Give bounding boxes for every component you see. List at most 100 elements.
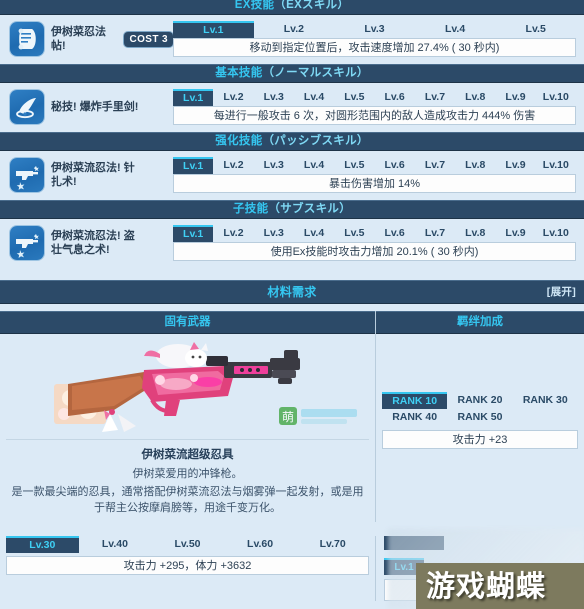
weapon-level-tab-50[interactable]: Lv.50 [151,536,224,553]
level-tab-sub-6[interactable]: Lv.6 [374,225,414,242]
weapon-level-tab-40[interactable]: Lv.40 [79,536,152,553]
level-tab-sub-3[interactable]: Lv.3 [254,225,294,242]
bond-bottom-bar [384,536,444,550]
weapon-subtitle: 伊树菜爱用的冲锋枪。 [132,468,243,480]
spacer [0,304,584,311]
bond-panel-body: RANK 10 RANK 20 RANK 30 RANK 40 RANK 50 … [376,334,584,449]
section-title-sub-cn: 子技能 [232,203,269,215]
bond-bottom-value-box [384,579,429,601]
level-tab-passive-5[interactable]: Lv.5 [334,157,374,174]
skill-row-passive: 伊树菜流忍法! 针扎术! Lv.1 Lv.2 Lv.3 Lv.4 Lv.5 Lv… [0,151,584,200]
level-tab-sub-7[interactable]: Lv.7 [415,225,455,242]
level-tab-passive-1[interactable]: Lv.1 [173,157,214,174]
level-tab-passive-4[interactable]: Lv.4 [294,157,334,174]
skill-name-ex: 伊树菜忍法帖! [51,26,106,52]
level-tab-sub-1[interactable]: Lv.1 [173,225,214,242]
bond-rank-tab-40[interactable]: RANK 40 [382,409,447,426]
weapon-level-tab-60[interactable]: Lv.60 [224,536,297,553]
bond-rank-tab-20[interactable]: RANK 20 [447,392,512,409]
level-tab-normal-10[interactable]: Lv.10 [536,89,576,106]
level-tab-normal-6[interactable]: Lv.6 [374,89,414,106]
level-tab-sub-2[interactable]: Lv.2 [213,225,253,242]
section-title-normal-jp: （ノーマルスキル） [262,67,369,79]
level-tab-normal-8[interactable]: Lv.8 [455,89,495,106]
level-tab-ex-3[interactable]: Lv.3 [334,21,415,38]
weapon-level-tab-70[interactable]: Lv.70 [296,536,369,553]
level-tabs-passive: Lv.1 Lv.2 Lv.3 Lv.4 Lv.5 Lv.6 Lv.7 Lv.8 … [173,157,576,174]
skill-description-passive: 暴击伤害增加 14% [173,174,576,193]
bond-bottom-level-tab[interactable]: Lv.1 [384,558,424,575]
section-title-ex-jp: （EXスキル） [274,0,350,11]
skill-right-passive: Lv.1 Lv.2 Lv.3 Lv.4 Lv.5 Lv.6 Lv.7 Lv.8 … [173,157,576,193]
level-tab-passive-3[interactable]: Lv.3 [254,157,294,174]
level-tab-sub-4[interactable]: Lv.4 [294,225,334,242]
bond-rank-tab-50[interactable]: RANK 50 [447,409,512,426]
weapon-panel: 固有武器 萌 伊树菜流超级忍具 伊树菜爱用的冲锋枪。 是一款最尖端的忍具，通常搭… [0,311,375,522]
level-tab-normal-4[interactable]: Lv.4 [294,89,334,106]
section-title-passive-cn: 强化技能 [215,135,263,147]
weapon-image: 萌 [0,334,375,439]
level-tab-passive-9[interactable]: Lv.9 [495,157,535,174]
bond-bottom-selector: Lv.1 [375,536,584,601]
bond-rank-tab-10[interactable]: RANK 10 [382,392,448,409]
skill-left-normal: 秘技! 爆炸手里剑! [10,90,173,124]
level-tab-sub-5[interactable]: Lv.5 [334,225,374,242]
level-tab-normal-9[interactable]: Lv.9 [495,89,535,106]
site-watermark-small: 萌 [279,407,357,425]
level-tab-sub-10[interactable]: Lv.10 [536,225,576,242]
svg-text:萌: 萌 [282,410,294,424]
weapon-bond-panels: 固有武器 萌 伊树菜流超级忍具 伊树菜爱用的冲锋枪。 是一款最尖端的忍具，通常搭… [0,311,584,522]
level-tab-sub-8[interactable]: Lv.8 [455,225,495,242]
skill-description-ex: 移动到指定位置后，攻击速度增加 27.4% ( 30 秒内) [173,38,576,57]
level-tab-passive-8[interactable]: Lv.8 [455,157,495,174]
section-title-passive-jp: （パッシブスキル） [262,135,369,147]
weapon-stats: 攻击力 +295，体力 +3632 [6,556,369,575]
level-tab-passive-10[interactable]: Lv.10 [536,157,576,174]
shuriken-icon [10,90,44,124]
expand-materials-button[interactable]: [展开] [547,281,576,303]
skill-row-sub: 伊树菜流忍法! 盗壮气息之术! Lv.1 Lv.2 Lv.3 Lv.4 Lv.5… [0,219,584,268]
level-tab-normal-5[interactable]: Lv.5 [334,89,374,106]
skill-name-normal: 秘技! 爆炸手里剑! [51,101,139,113]
section-header-passive-skill: 强化技能（パッシブスキル） [0,132,584,151]
section-title-ex-cn: EX技能 [234,0,275,11]
level-tab-ex-4[interactable]: Lv.4 [415,21,496,38]
level-tabs-ex: Lv.1 Lv.2 Lv.3 Lv.4 Lv.5 [173,21,576,38]
skill-right-ex: Lv.1 Lv.2 Lv.3 Lv.4 Lv.5 移动到指定位置后，攻击速度增加… [173,21,576,57]
weapon-level-tabs: Lv.30 Lv.40 Lv.50 Lv.60 Lv.70 [6,536,369,553]
spacer [0,268,584,280]
level-tab-passive-6[interactable]: Lv.6 [374,157,414,174]
level-tabs-normal: Lv.1 Lv.2 Lv.3 Lv.4 Lv.5 Lv.6 Lv.7 Lv.8 … [173,89,576,106]
gun-icon [10,226,44,260]
gun-icon [10,158,44,192]
level-tab-normal-2[interactable]: Lv.2 [213,89,253,106]
level-tab-normal-7[interactable]: Lv.7 [415,89,455,106]
level-tab-ex-5[interactable]: Lv.5 [495,21,576,38]
weapon-level-tab-30[interactable]: Lv.30 [6,536,79,553]
level-tab-ex-2[interactable]: Lv.2 [254,21,335,38]
level-tab-normal-3[interactable]: Lv.3 [254,89,294,106]
level-tab-sub-9[interactable]: Lv.9 [495,225,535,242]
skill-left-ex: 伊树菜忍法帖! COST 3 [10,22,173,56]
skill-description-sub: 使用Ex技能时攻击力增加 20.1% ( 30 秒内) [173,242,576,261]
skill-right-normal: Lv.1 Lv.2 Lv.3 Lv.4 Lv.5 Lv.6 Lv.7 Lv.8 … [173,89,576,125]
level-tab-passive-2[interactable]: Lv.2 [213,157,253,174]
skill-left-passive: 伊树菜流忍法! 针扎术! [10,158,173,192]
bond-panel-title: 羁绊加成 [376,311,584,334]
level-tab-ex-1[interactable]: Lv.1 [173,21,254,38]
skill-row-ex: 伊树菜忍法帖! COST 3 Lv.1 Lv.2 Lv.3 Lv.4 Lv.5 … [0,15,584,64]
section-header-ex-skill: EX技能（EXスキル） [0,0,584,15]
bond-rank-tab-30[interactable]: RANK 30 [513,392,578,409]
bond-panel: 羁绊加成 RANK 10 RANK 20 RANK 30 RANK 40 RAN… [375,311,584,522]
section-header-materials[interactable]: 材料需求 [展开] [0,280,584,304]
section-title-normal-cn: 基本技能 [215,67,263,79]
level-tab-passive-7[interactable]: Lv.7 [415,157,455,174]
level-tab-normal-1[interactable]: Lv.1 [173,89,214,106]
skill-right-sub: Lv.1 Lv.2 Lv.3 Lv.4 Lv.5 Lv.6 Lv.7 Lv.8 … [173,225,576,261]
weapon-name: 伊树菜流超级忍具 [141,449,234,461]
section-title-materials: 材料需求 [267,285,317,299]
level-tabs-sub: Lv.1 Lv.2 Lv.3 Lv.4 Lv.5 Lv.6 Lv.7 Lv.8 … [173,225,576,242]
skill-name-passive: 伊树菜流忍法! 针扎术! [51,162,135,188]
bond-effect-description: 攻击力 +23 [382,430,578,449]
scroll-icon [10,22,44,56]
